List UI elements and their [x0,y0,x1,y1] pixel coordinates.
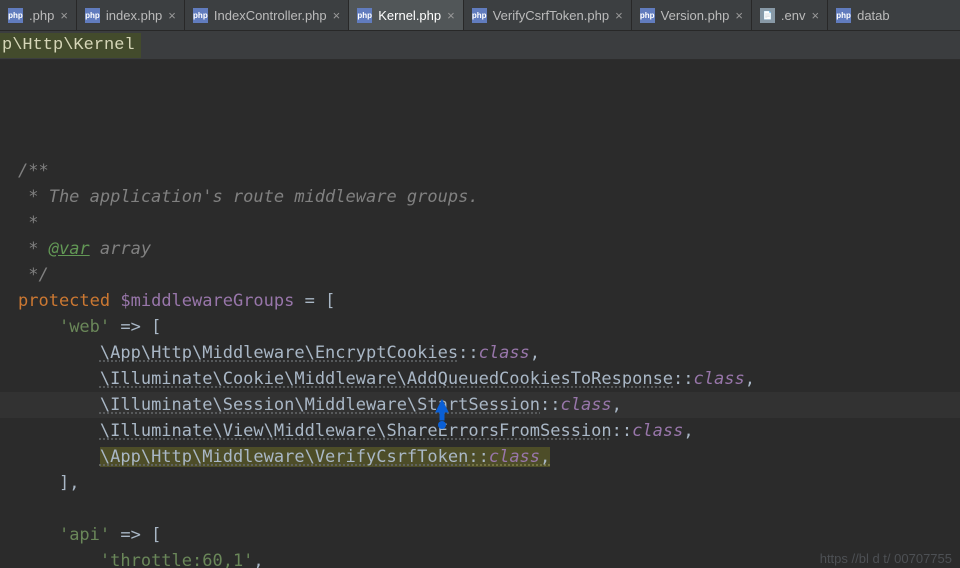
class-reference: \Illuminate\Cookie\Middleware\AddQueuedC… [100,369,673,389]
env-file-icon: 📄 [760,8,775,23]
close-icon[interactable]: × [333,8,341,23]
tab-php[interactable]: php .php × [0,0,77,30]
highlighted-line: \App\Http\Middleware\VerifyCsrfToken::cl… [100,447,550,467]
class-reference: \Illuminate\Session\Middleware\StartSess… [100,395,540,415]
doc-tag: @var [49,239,90,259]
tab-label: Kernel.php [378,8,441,23]
php-file-icon: php [8,8,23,23]
docblock-line: * @var array [18,239,151,259]
keyword-protected: protected [18,291,110,311]
docblock-line: /** [18,161,49,181]
close-icon[interactable]: × [60,8,68,23]
php-file-icon: php [85,8,100,23]
docblock-line: */ [18,265,49,285]
tab-kernel[interactable]: php Kernel.php × [349,0,463,30]
class-keyword: class [479,343,530,363]
string-literal: 'web' [59,317,110,337]
docblock-line: * The application's route middleware gro… [18,187,479,207]
class-reference: \Illuminate\View\Middleware\ShareErrorsF… [100,421,612,441]
php-file-icon: php [193,8,208,23]
tab-label: datab [857,8,890,23]
tab-bar: php .php × php index.php × php IndexCont… [0,0,960,31]
tab-label: Version.php [661,8,730,23]
php-file-icon: php [640,8,655,23]
tab-env[interactable]: 📄 .env × [752,0,828,30]
class-keyword: class [632,421,683,441]
tab-label: VerifyCsrfToken.php [493,8,609,23]
tab-indexcontroller[interactable]: php IndexController.php × [185,0,349,30]
breadcrumb-text: p\Http\Kernel [0,33,141,58]
breadcrumb[interactable]: p\Http\Kernel [0,31,960,60]
operator: = [ [305,291,336,311]
string-literal: 'api' [59,525,110,545]
docblock-line: * [18,213,38,233]
code-content: /** * The application's route middleware… [18,132,960,568]
tab-label: IndexController.php [214,8,327,23]
php-file-icon: php [472,8,487,23]
class-reference: \App\Http\Middleware\EncryptCookies [100,343,458,363]
close-icon[interactable]: × [735,8,743,23]
close-icon[interactable]: × [812,8,820,23]
close-icon[interactable]: × [447,8,455,23]
close-icon[interactable]: × [168,8,176,23]
class-keyword: class [694,369,745,389]
tab-database[interactable]: php datab [828,0,898,30]
class-keyword: class [489,447,540,467]
tab-label: .env [781,8,806,23]
tab-verifycsrftoken[interactable]: php VerifyCsrfToken.php × [464,0,632,30]
class-keyword: class [560,395,611,415]
php-file-icon: php [836,8,851,23]
class-reference: \App\Http\Middleware\VerifyCsrfToken [100,447,468,467]
string-literal: 'throttle:60,1' [100,551,254,568]
tab-label: index.php [106,8,162,23]
code-editor[interactable]: /** * The application's route middleware… [0,60,960,568]
variable: $middlewareGroups [120,291,294,311]
close-icon[interactable]: × [615,8,623,23]
tab-index[interactable]: php index.php × [77,0,185,30]
php-file-icon: php [357,8,372,23]
tab-label: .php [29,8,54,23]
tab-version[interactable]: php Version.php × [632,0,752,30]
